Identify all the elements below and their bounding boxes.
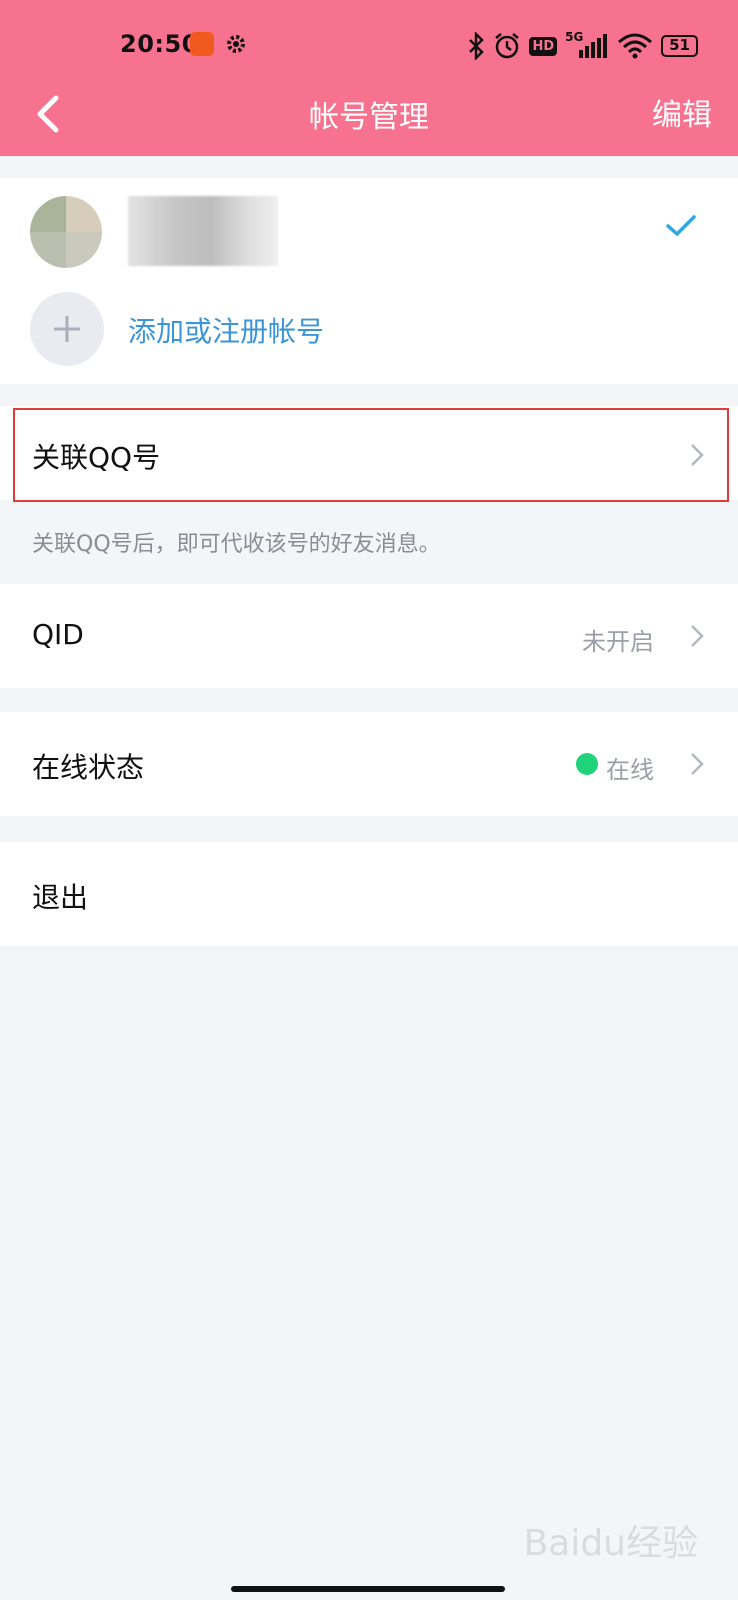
hd-icon: HD [529, 36, 558, 56]
settings-gear-icon [227, 35, 245, 53]
battery-level: 51 [669, 36, 690, 54]
link-qq-hint: 关联QQ号后，即可代收该号的好友消息。 [32, 532, 441, 557]
online-status-label: 在线状态 [32, 751, 145, 784]
add-account-label: 添加或注册帐号 [128, 315, 325, 348]
online-status-row[interactable]: 在线状态 在线 [0, 712, 738, 816]
bluetooth-icon [469, 32, 485, 60]
link-qq-row[interactable]: 关联QQ号 [0, 406, 738, 500]
chevron-right-icon [691, 444, 704, 466]
nav-bar: 帐号管理 编辑 [0, 76, 738, 156]
current-account-row[interactable] [0, 178, 738, 276]
battery-icon: 51 [661, 35, 698, 57]
alarm-icon [495, 33, 520, 59]
checkmark-icon [666, 215, 696, 236]
watermark: Baidu经验 [523, 1523, 698, 1564]
account-name-blurred [128, 196, 278, 266]
link-qq-label: 关联QQ号 [32, 441, 161, 474]
qid-row[interactable]: QID 未开启 [0, 584, 738, 688]
online-dot-icon [576, 753, 598, 775]
qid-value: 未开启 [582, 628, 654, 656]
app-notification-icon [190, 32, 214, 56]
add-account-row[interactable]: 添加或注册帐号 [0, 276, 738, 384]
page-title: 帐号管理 [309, 100, 429, 135]
status-bar: 20:50 HD 5G 51 [0, 22, 738, 70]
header: 20:50 HD 5G 51 帐号管理 编辑 [0, 0, 738, 156]
chevron-right-icon [691, 625, 704, 647]
logout-row[interactable]: 退出 [0, 842, 738, 946]
chevron-right-icon [691, 753, 704, 775]
status-icons: HD 5G 51 [467, 30, 698, 62]
signal-5g-icon: 5G [565, 30, 609, 60]
logout-label: 退出 [32, 881, 89, 914]
avatar [30, 196, 102, 268]
home-indicator[interactable] [231, 1586, 505, 1592]
qid-label: QID [32, 618, 84, 651]
plus-icon [30, 292, 104, 366]
wifi-icon [618, 33, 653, 59]
status-time: 20:50 [120, 30, 199, 58]
online-status-value: 在线 [606, 756, 654, 784]
edit-button[interactable]: 编辑 [652, 90, 712, 134]
